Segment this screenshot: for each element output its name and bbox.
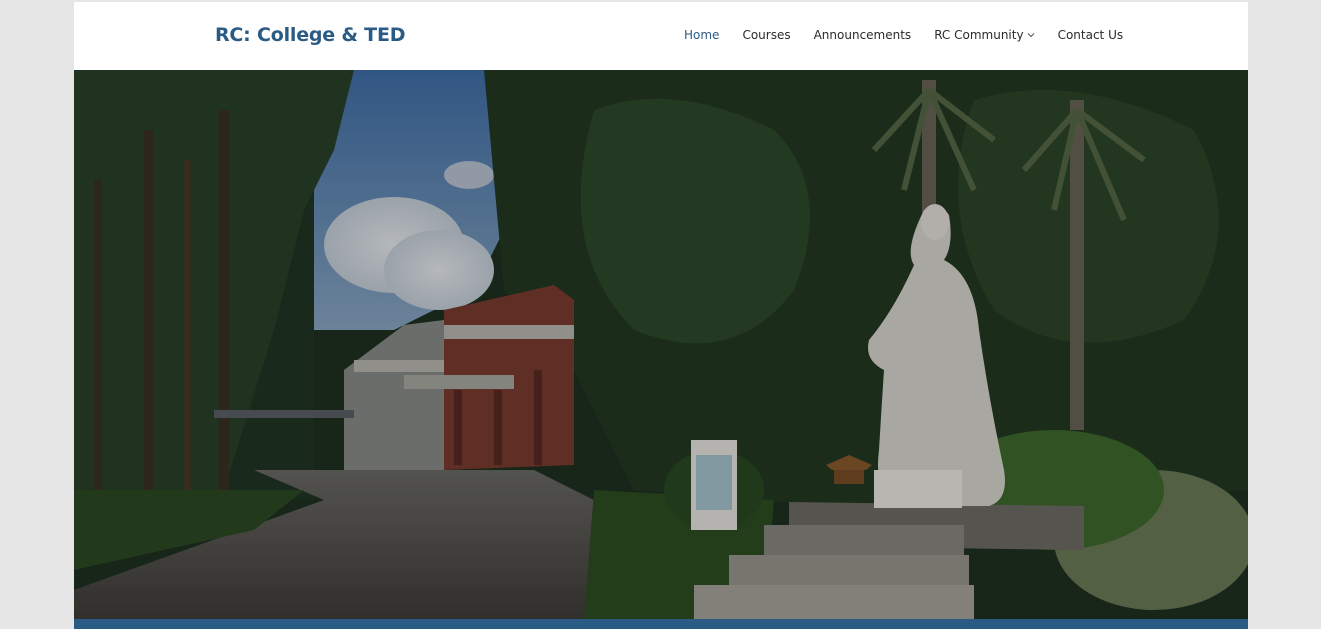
nav-item-home[interactable]: Home: [684, 28, 719, 42]
nav-item-label: RC Community: [934, 28, 1024, 42]
nav-item-label: Home: [684, 28, 720, 42]
nav-item-label: Contact Us: [1057, 28, 1124, 42]
nav-item-announcements[interactable]: Announcements: [814, 28, 912, 42]
nav-item-courses[interactable]: Courses: [742, 28, 790, 42]
nav-item-label: Announcements: [813, 28, 912, 42]
main-navigation: Home Courses Announcements RC Community …: [684, 28, 1146, 42]
site-header: RC: College & TED Home Courses Announcem…: [74, 2, 1248, 70]
nav-item-contact-us[interactable]: Contact Us: [1058, 28, 1124, 42]
nav-item-rc-community[interactable]: RC Community: [934, 28, 1034, 42]
hero-bottom-accent-bar: [74, 619, 1248, 629]
page-container: RC: College & TED Home Courses Announcem…: [74, 2, 1248, 629]
nav-item-label: Courses: [742, 28, 791, 42]
hero-banner-image: [74, 70, 1248, 619]
chevron-down-icon: [1027, 32, 1035, 38]
site-title-link[interactable]: RC: College & TED: [215, 24, 405, 46]
campus-photo: [74, 70, 1248, 619]
